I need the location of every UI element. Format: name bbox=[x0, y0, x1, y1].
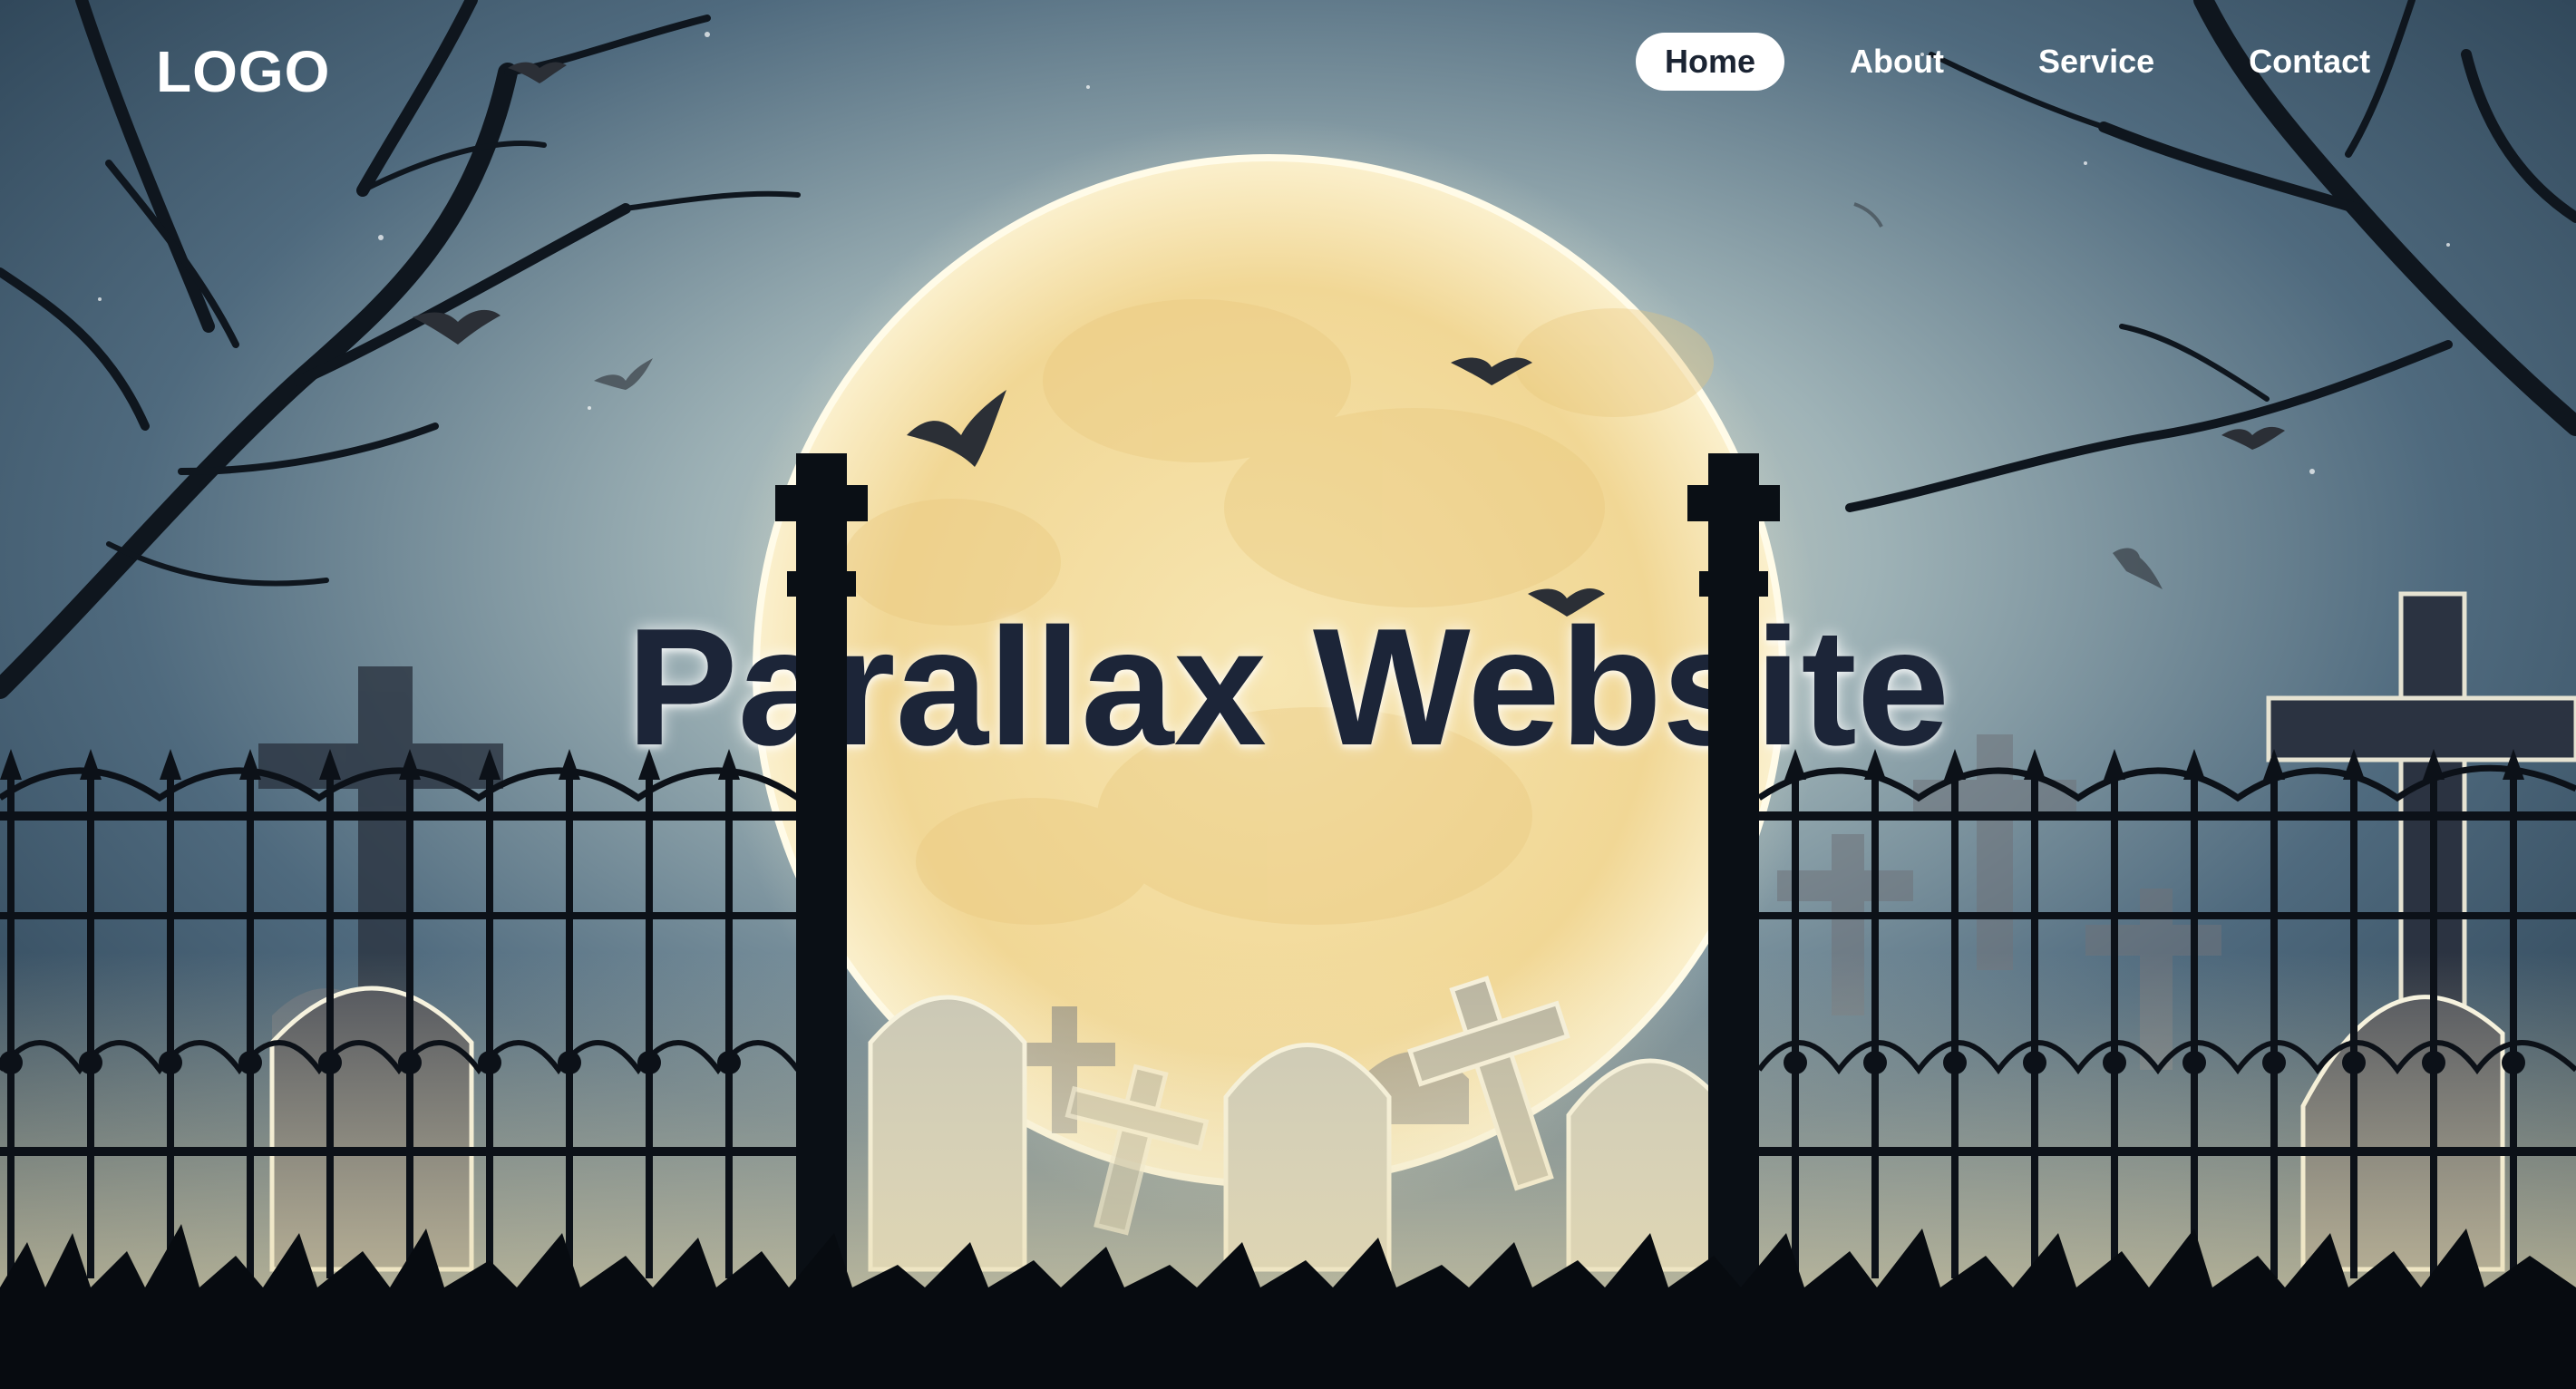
nav-about[interactable]: About bbox=[1821, 33, 1973, 91]
fence-spike bbox=[2343, 749, 2365, 780]
fence-spike bbox=[2104, 749, 2125, 780]
fence-picket bbox=[486, 771, 493, 1278]
parallax-scene: Parallax Website LOGO Home About Service… bbox=[0, 0, 2576, 1389]
fence-picket bbox=[247, 771, 254, 1278]
fence-spike bbox=[2024, 749, 2046, 780]
fence-picket bbox=[87, 771, 94, 1278]
main-nav: Home About Service Contact bbox=[1636, 33, 2399, 91]
foreground-layer bbox=[0, 0, 2576, 1389]
fence-picket bbox=[2111, 771, 2118, 1278]
fence-spike bbox=[718, 749, 740, 780]
fence-knob bbox=[2342, 1051, 2366, 1074]
fence-knob bbox=[238, 1051, 262, 1074]
fence-picket bbox=[2191, 771, 2198, 1278]
fence-spike bbox=[2423, 749, 2445, 780]
nav-contact[interactable]: Contact bbox=[2220, 33, 2399, 91]
nav-home[interactable]: Home bbox=[1636, 33, 1785, 91]
logo[interactable]: LOGO bbox=[156, 38, 330, 105]
fence-spike bbox=[2183, 749, 2205, 780]
fence-knob bbox=[2502, 1051, 2525, 1074]
fence-picket bbox=[2350, 771, 2357, 1278]
fence-picket bbox=[406, 771, 413, 1278]
fence-picket bbox=[1792, 771, 1799, 1278]
fence-knob bbox=[2023, 1051, 2046, 1074]
fence-knob bbox=[478, 1051, 501, 1074]
bats bbox=[413, 62, 2285, 617]
fence-spike bbox=[0, 749, 22, 780]
fence-knob bbox=[79, 1051, 102, 1074]
fence-spike bbox=[319, 749, 341, 780]
fence-picket bbox=[646, 771, 653, 1278]
fence-knob bbox=[2103, 1051, 2126, 1074]
fence-spike bbox=[1944, 749, 1966, 780]
fence-spike bbox=[479, 749, 501, 780]
fence-pickets bbox=[0, 749, 2525, 1278]
fence-knob bbox=[1784, 1051, 1807, 1074]
fence-spike bbox=[2263, 749, 2285, 780]
fence-knob bbox=[558, 1051, 581, 1074]
fence-picket bbox=[2031, 771, 2038, 1278]
fence-knob bbox=[637, 1051, 661, 1074]
fence-picket bbox=[2510, 771, 2517, 1278]
fence-knob bbox=[318, 1051, 342, 1074]
fence-knob bbox=[2182, 1051, 2206, 1074]
fence-picket bbox=[2430, 771, 2437, 1278]
fence-spike bbox=[239, 749, 261, 780]
fence-spike bbox=[638, 749, 660, 780]
fence-knob bbox=[2422, 1051, 2445, 1074]
fence-picket bbox=[566, 771, 573, 1278]
fence-knob bbox=[1943, 1051, 1967, 1074]
fence-picket bbox=[326, 771, 334, 1278]
fence-picket bbox=[167, 771, 174, 1278]
fence-knob bbox=[1863, 1051, 1887, 1074]
fence-knob bbox=[0, 1051, 23, 1074]
fence-knob bbox=[159, 1051, 182, 1074]
fence-picket bbox=[2270, 771, 2278, 1278]
fence-picket bbox=[1871, 771, 1879, 1278]
gate-posts bbox=[775, 453, 1780, 1324]
fence-spike bbox=[399, 749, 421, 780]
fence-knob bbox=[717, 1051, 741, 1074]
fence-picket bbox=[7, 771, 15, 1278]
fence-spike bbox=[1864, 749, 1886, 780]
fence-spike bbox=[559, 749, 580, 780]
fence-picket bbox=[1951, 771, 1959, 1278]
nav-service[interactable]: Service bbox=[2009, 33, 2183, 91]
fence-spike bbox=[2503, 749, 2524, 780]
fence-knob bbox=[398, 1051, 422, 1074]
grass bbox=[0, 1224, 2576, 1389]
fence-spike bbox=[160, 749, 181, 780]
fence-spike bbox=[1784, 749, 1806, 780]
fence-knob bbox=[2262, 1051, 2286, 1074]
site-header: LOGO Home About Service Contact bbox=[0, 0, 2576, 136]
fence-spike bbox=[80, 749, 102, 780]
fence-picket bbox=[725, 771, 733, 1278]
iron-fence bbox=[0, 764, 2576, 1156]
